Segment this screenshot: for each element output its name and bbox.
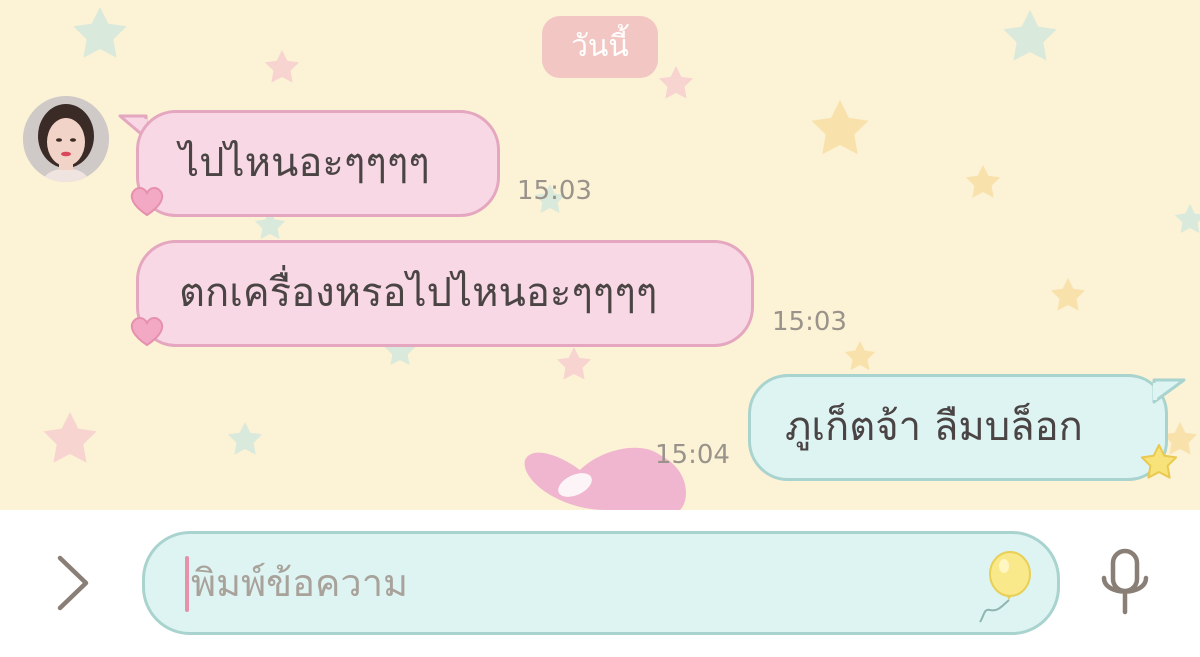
- message-bubble-incoming[interactable]: ตกเครื่องหรอไปไหนอะๆๆๆๆ: [136, 240, 754, 347]
- message-input-container[interactable]: [142, 531, 1060, 635]
- heart-icon: [130, 317, 164, 347]
- contact-avatar[interactable]: [23, 96, 109, 182]
- text-caret: [185, 556, 189, 612]
- microphone-icon[interactable]: [1098, 548, 1152, 618]
- heart-icon: [130, 187, 164, 217]
- message-text: ตกเครื่องหรอไปไหนอะๆๆๆๆ: [179, 270, 658, 316]
- message-timestamp: 15:03: [517, 176, 592, 206]
- message-bubble-outgoing[interactable]: ภูเก็ตจ้า ลืมบล็อก: [748, 374, 1168, 481]
- avatar-portrait-icon: [23, 96, 109, 182]
- message-timestamp: 15:03: [772, 307, 847, 337]
- date-separator: วันนี้: [542, 16, 658, 78]
- message-text: ไปไหนอะๆๆๆๆ: [179, 140, 430, 186]
- chat-screen: วันนี้ ไปไหนอะๆๆๆๆ 15:03 ตกเครื่องหรอไปไ…: [0, 0, 1200, 657]
- chevron-right-icon[interactable]: [52, 552, 94, 614]
- message-bubble-incoming[interactable]: ไปไหนอะๆๆๆๆ: [136, 110, 500, 217]
- message-text: ภูเก็ตจ้า ลืมบล็อก: [785, 404, 1083, 450]
- balloon-icon[interactable]: [976, 550, 1036, 626]
- message-input[interactable]: [191, 552, 951, 614]
- message-timestamp: 15:04: [655, 440, 730, 470]
- star-icon: [1140, 444, 1178, 479]
- outgoing-bubble-tail: [1152, 378, 1186, 404]
